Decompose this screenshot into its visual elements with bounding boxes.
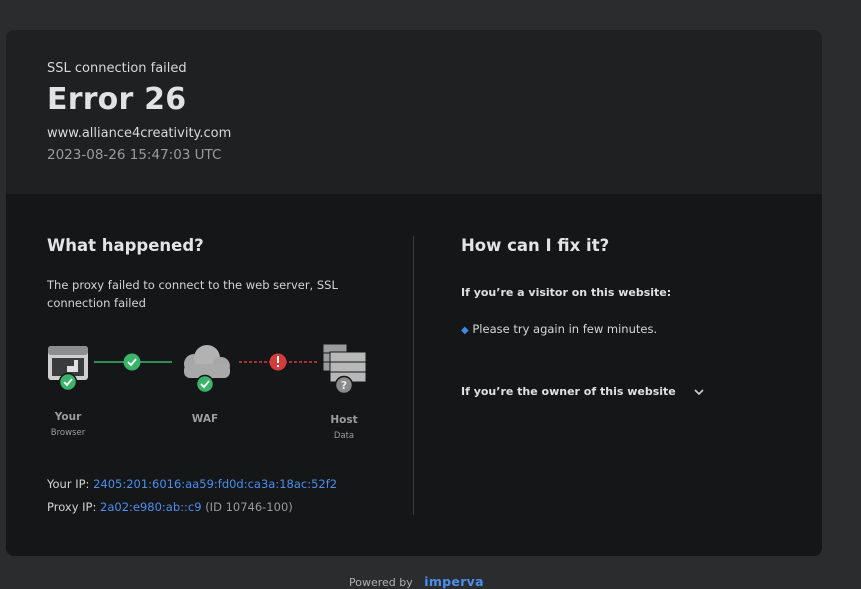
browser-sublabel: Browser [50,428,86,438]
host-label: Host [330,414,358,426]
timestamp: 2023-08-26 15:47:03 UTC [47,147,222,163]
proxy-ip-line: Proxy IP: 2a02:e980:ab::c9 (ID 10746-100… [47,500,293,514]
footer: Powered by imperva [349,574,484,589]
host-status-unknown-icon: ? [334,375,354,395]
how-fix-heading: How can I fix it? [461,236,610,255]
imperva-logo[interactable]: imperva [424,574,484,589]
proxy-id: (ID 10746-100) [205,500,293,514]
what-happened-heading: What happened? [47,236,204,255]
diamond-bullet-icon: ◆ [461,325,469,336]
waf-status-check-icon [195,374,215,394]
host-name: www.alliance4creativity.com [47,126,232,141]
visitor-tip-text: Please try again in few minutes. [472,322,658,336]
link-ok-check-icon [123,353,141,371]
visitor-heading: If you’re a visitor on this website: [461,286,672,299]
proxy-ip-label: Proxy IP: [47,500,97,514]
error-header-card: SSL connection failed Error 26 www.allia… [6,30,822,194]
error-subtitle: SSL connection failed [47,61,187,76]
error-details-card: What happened? The proxy failed to conne… [6,194,822,556]
browser-label: Your [54,411,82,423]
connection-diagram-graphic: ? [48,344,367,395]
what-happened-description: The proxy failed to connect to the web s… [47,278,338,310]
connection-diagram: ? Your Browser WAF Host Data [47,344,377,444]
link-error-icon [269,353,287,371]
error-title: Error 26 [47,82,187,117]
waf-label: WAF [191,413,219,425]
browser-status-check-icon [58,372,78,392]
host-sublabel: Data [333,431,355,441]
proxy-ip-value[interactable]: 2a02:e980:ab::c9 [100,500,202,514]
your-ip-label: Your IP: [47,477,90,491]
owner-heading: If you’re the owner of this website [461,385,676,398]
cloud-icon [184,345,230,378]
your-ip-value[interactable]: 2405:201:6016:aa59:fd0d:ca3a:18ac:52f2 [93,477,337,491]
your-ip-line: Your IP: 2405:201:6016:aa59:fd0d:ca3a:18… [47,477,337,491]
chevron-down-icon [694,388,704,395]
svg-text:?: ? [341,379,347,392]
powered-by-text: Powered by [349,576,413,589]
column-divider [413,236,414,515]
owner-section-toggle[interactable]: If you’re the owner of this website [461,385,704,398]
visitor-tip: ◆ Please try again in few minutes. [461,322,657,336]
